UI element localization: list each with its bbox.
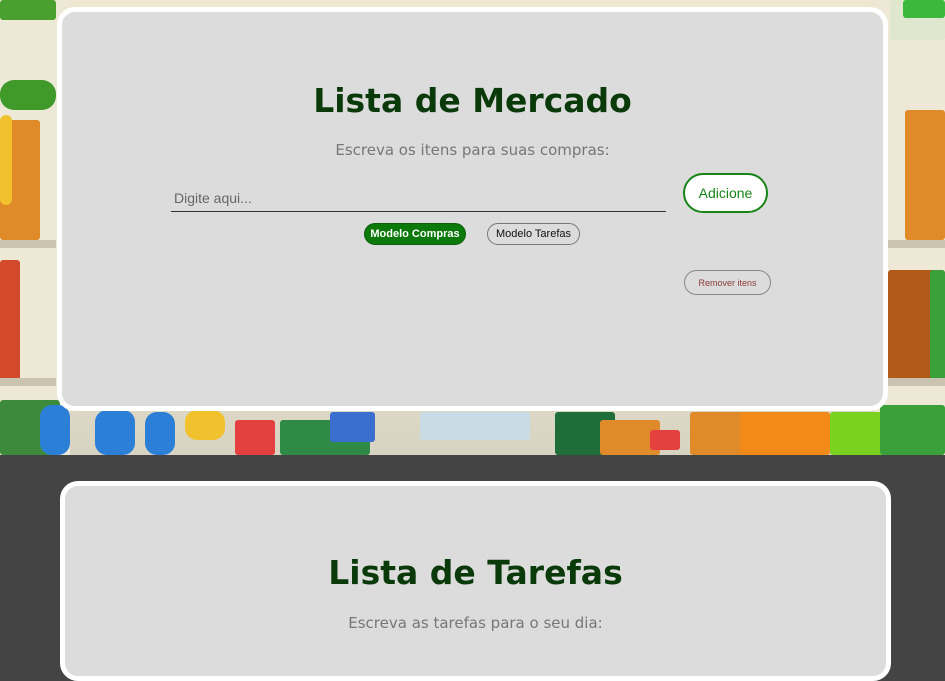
add-button[interactable]: Adicione	[683, 173, 768, 213]
task-list-card: Lista de Tarefas Escreva as tarefas para…	[60, 481, 891, 681]
market-list-card: Lista de Mercado Escreva os itens para s…	[57, 7, 888, 411]
remove-items-button[interactable]: Remover itens	[684, 270, 771, 295]
tasks-subtitle: Escreva as tarefas para o seu dia:	[348, 614, 603, 632]
tasks-template-button[interactable]: Modelo Tarefas	[487, 223, 580, 245]
item-input[interactable]	[171, 184, 666, 212]
market-title: Lista de Mercado	[313, 81, 632, 120]
shopping-template-button[interactable]: Modelo Compras	[364, 223, 466, 245]
tasks-title: Lista de Tarefas	[328, 553, 623, 592]
market-subtitle: Escreva os itens para suas compras:	[335, 141, 610, 159]
